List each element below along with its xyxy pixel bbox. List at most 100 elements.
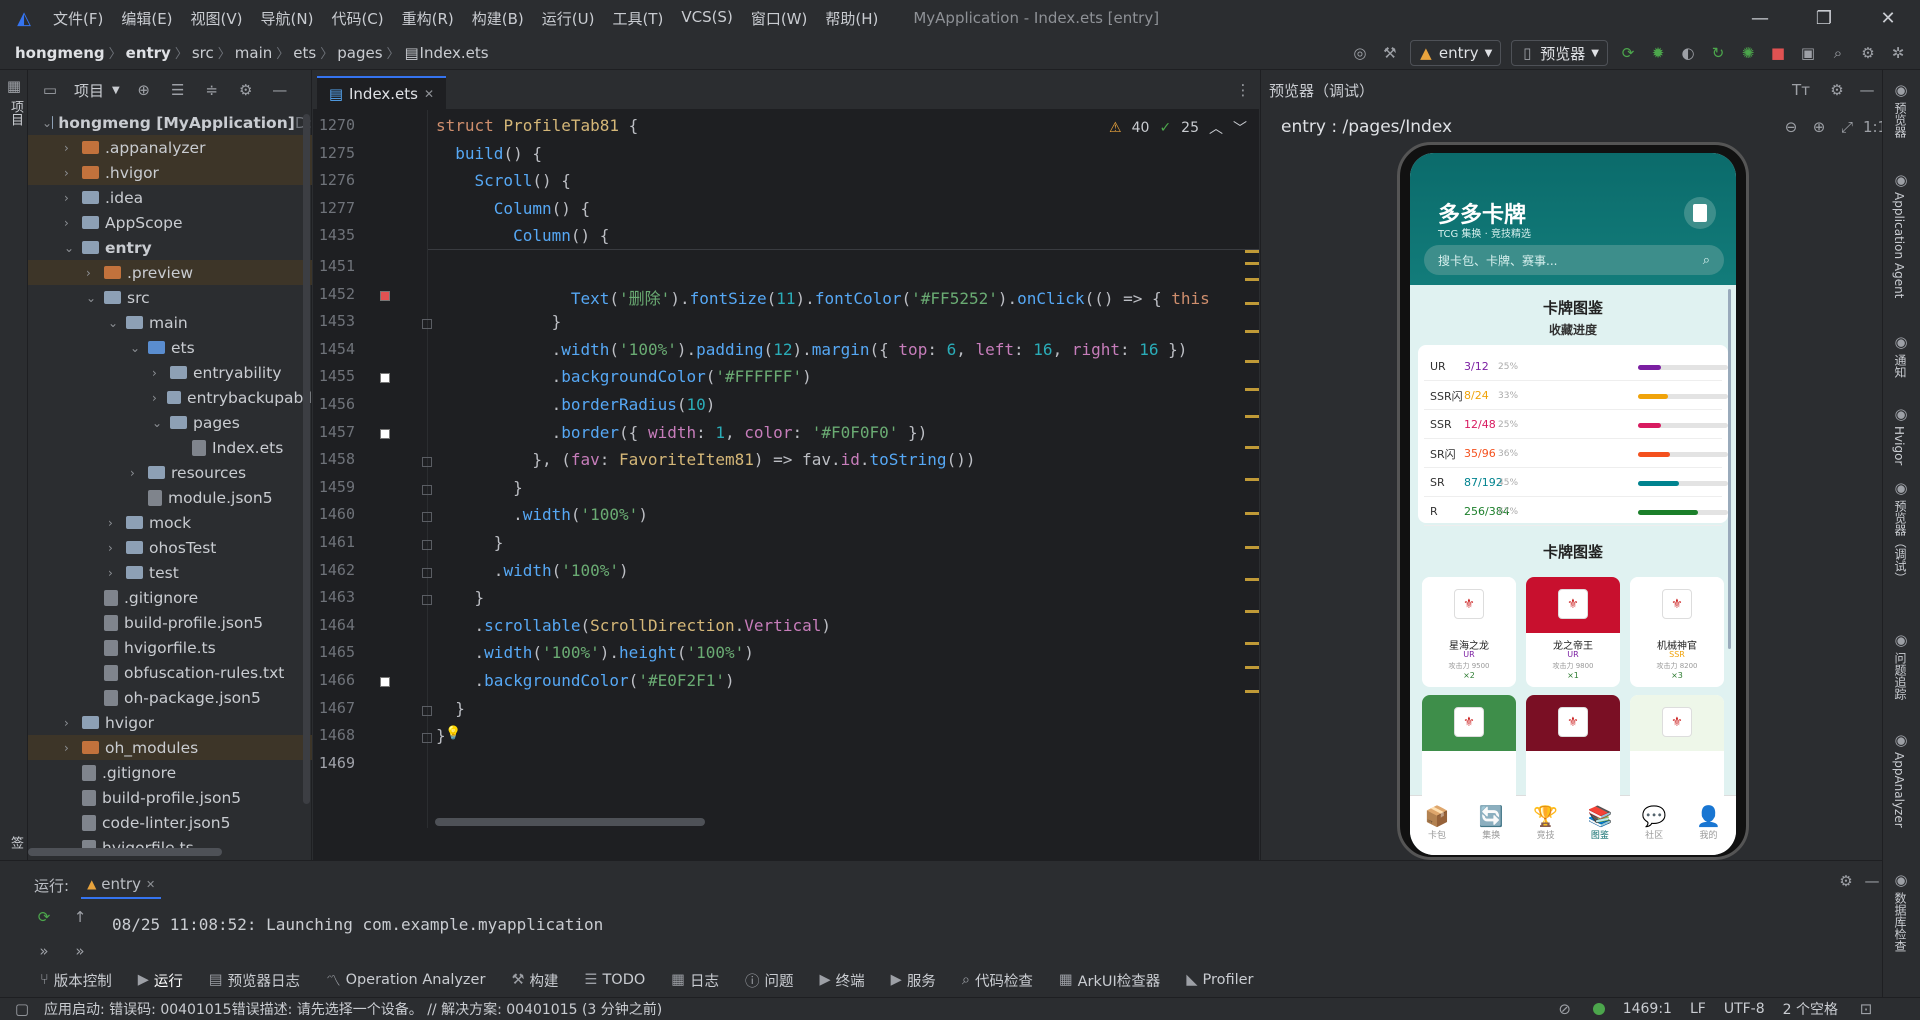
- more-options-icon[interactable]: ⋮: [1233, 80, 1253, 100]
- tree-item[interactable]: › ohosTest: [28, 535, 312, 560]
- tree-item[interactable]: obfuscation-rules.txt: [28, 660, 312, 685]
- tool-window-label[interactable]: AppAnalyzer: [1892, 752, 1906, 828]
- locate-icon[interactable]: ⊕: [134, 80, 154, 100]
- code-line[interactable]: .width('100%').height('100%'): [436, 643, 754, 662]
- chevron-up-icon[interactable]: ︿: [1209, 118, 1223, 138]
- tab-3[interactable]: 📚 图鉴: [1573, 804, 1627, 841]
- project-tool-icon[interactable]: ▦: [4, 76, 24, 96]
- tree-item[interactable]: › hvigor: [28, 710, 312, 735]
- inspection-widget[interactable]: ⚠ 40 ✓ 25 ︿ ﹀: [1109, 118, 1247, 138]
- lock-icon[interactable]: ⊡: [1856, 999, 1876, 1019]
- code-line[interactable]: .scrollable(ScrollDirection.Vertical): [436, 616, 831, 635]
- tab-1[interactable]: 🔄 集换: [1464, 804, 1518, 841]
- chevron-right-icon[interactable]: ›: [130, 466, 148, 480]
- chevron-down-icon[interactable]: ▼: [112, 85, 120, 96]
- card-item[interactable]: ⚜ 龙之帝王 UR 攻击力 9800 ×1: [1526, 577, 1620, 687]
- tool-tab[interactable]: ☰ TODO: [584, 972, 645, 988]
- menu-item[interactable]: 代码(C): [322, 8, 392, 29]
- tool-tab[interactable]: 〽 Operation Analyzer: [326, 970, 485, 991]
- fold-icon[interactable]: [422, 457, 432, 468]
- tree-item[interactable]: › .idea: [28, 185, 312, 210]
- tree-item[interactable]: › AppScope: [28, 210, 312, 235]
- rerun-icon[interactable]: ⟳: [34, 907, 54, 927]
- layout-icon[interactable]: ▢: [12, 999, 32, 1019]
- chevron-down-icon[interactable]: ⌄: [108, 316, 126, 330]
- tree-item[interactable]: ⌄ main: [28, 310, 312, 335]
- tree-item[interactable]: module.json5: [28, 485, 312, 510]
- code-line[interactable]: }: [436, 588, 485, 607]
- tree-item[interactable]: › test: [28, 560, 312, 585]
- tool-window-label[interactable]: 预览器（调试）: [1892, 500, 1909, 584]
- chevron-down-icon[interactable]: ⌄: [152, 416, 170, 430]
- fold-icon[interactable]: [422, 540, 432, 550]
- hammer-icon[interactable]: ⚒: [1380, 43, 1400, 63]
- app-search-input[interactable]: 搜卡包、卡牌、赛事... ⌕: [1424, 245, 1724, 275]
- project-tool-label[interactable]: 项目: [6, 100, 25, 126]
- tool-window-icon[interactable]: ◉: [1891, 170, 1911, 190]
- project-panel-title[interactable]: 项目: [74, 80, 104, 101]
- tree-item[interactable]: › entryability: [28, 360, 312, 385]
- tab-0[interactable]: 📦 卡包: [1410, 804, 1464, 841]
- device-manager-icon[interactable]: ▣: [1798, 43, 1818, 63]
- card-item[interactable]: ⚜ 机械神官 SSR 攻击力 8200 ×3: [1630, 577, 1724, 687]
- tab-index-ets[interactable]: ▤ Index.ets ✕: [317, 76, 447, 110]
- breadcrumb-file[interactable]: Index.ets: [420, 44, 489, 62]
- maximize-icon[interactable]: ❐: [1792, 0, 1856, 36]
- tree-item[interactable]: › .hvigor: [28, 160, 312, 185]
- tree-item[interactable]: build-profile.json5: [28, 785, 312, 810]
- breadcrumb-src[interactable]: src: [192, 44, 214, 62]
- chevron-right-icon[interactable]: ›: [64, 141, 82, 155]
- tree-item[interactable]: ⌄ src: [28, 285, 312, 310]
- indent-setting[interactable]: 2 个空格: [1783, 999, 1838, 1019]
- tree-item[interactable]: build-profile.json5: [28, 610, 312, 635]
- minimize-icon[interactable]: —: [1728, 0, 1792, 36]
- chevron-down-icon[interactable]: ﹀: [1233, 118, 1247, 138]
- device-select[interactable]: ▯ 预览器 ▼: [1511, 40, 1608, 66]
- tool-tab[interactable]: ⚒ 构建: [511, 970, 558, 991]
- code-line[interactable]: Column() {: [436, 199, 590, 218]
- tree-item[interactable]: Index.ets: [28, 435, 312, 460]
- stop-icon[interactable]: ■: [1768, 43, 1788, 63]
- tab-2[interactable]: 🏆 竞技: [1519, 804, 1573, 841]
- project-hscrollbar[interactable]: [28, 848, 222, 856]
- color-preview-icon[interactable]: [380, 290, 390, 301]
- menu-item[interactable]: 工具(T): [603, 8, 672, 29]
- menu-item[interactable]: 文件(F): [44, 8, 112, 29]
- card-item[interactable]: ⚜: [1422, 695, 1516, 805]
- run-tab-entry[interactable]: entry: [101, 875, 141, 893]
- attach-debugger-icon[interactable]: ✺: [1738, 43, 1758, 63]
- bulb-icon[interactable]: 💡: [445, 726, 461, 741]
- code-line[interactable]: .backgroundColor('#E0F2F1'): [436, 671, 735, 690]
- project-scrollbar[interactable]: [303, 114, 310, 804]
- tool-window-icon[interactable]: ◉: [1891, 404, 1911, 424]
- chevron-right-icon[interactable]: ›: [64, 716, 82, 730]
- code-line[interactable]: Text('删除').fontSize(11).fontColor('#FF52…: [436, 285, 1210, 309]
- zoom-out-icon[interactable]: ⊖: [1781, 117, 1801, 137]
- tool-tab[interactable]: ▦ 日志: [671, 970, 719, 991]
- phone-screen[interactable]: 多多卡牌 TCG 集换 · 竞技精选 搜卡包、卡牌、赛事... ⌕ 卡牌图鉴 收…: [1410, 153, 1736, 855]
- tool-window-label[interactable]: 数据库检查: [1892, 892, 1909, 952]
- arrow-up-icon[interactable]: ↑: [70, 907, 90, 927]
- tree-item[interactable]: ⌄ ets: [28, 335, 312, 360]
- tool-tab[interactable]: ⓘ 问题: [745, 970, 794, 991]
- tree-item[interactable]: › .preview: [28, 260, 312, 285]
- tool-window-icon[interactable]: ◉: [1891, 80, 1911, 100]
- profile-icon[interactable]: ◐: [1678, 43, 1698, 63]
- no-sync-icon[interactable]: ⊘: [1555, 999, 1575, 1019]
- tree-item[interactable]: › oh_modules: [28, 735, 312, 760]
- tree-item[interactable]: .gitignore: [28, 585, 312, 610]
- tree-item[interactable]: ⌄ entry: [28, 235, 312, 260]
- tool-tab[interactable]: ▶ 终端: [820, 970, 865, 991]
- breadcrumb-ets[interactable]: ets: [293, 44, 316, 62]
- color-preview-icon[interactable]: [380, 373, 390, 384]
- profile-card-icon[interactable]: [1684, 197, 1716, 229]
- chevron-down-icon[interactable]: ⌄: [86, 291, 104, 305]
- zoom-in-icon[interactable]: ⊕: [1809, 117, 1829, 137]
- code-line[interactable]: }: [436, 478, 523, 497]
- tool-window-icon[interactable]: ◉: [1891, 332, 1911, 352]
- tree-item[interactable]: code-linter.json5: [28, 810, 312, 835]
- fit-screen-icon[interactable]: ⤢: [1837, 117, 1857, 137]
- tool-tab[interactable]: ⌕ 代码检查: [962, 970, 1033, 991]
- hide-icon[interactable]: —: [1857, 80, 1877, 100]
- card-item[interactable]: ⚜ 星海之龙 UR 攻击力 9500 ×2: [1422, 577, 1516, 687]
